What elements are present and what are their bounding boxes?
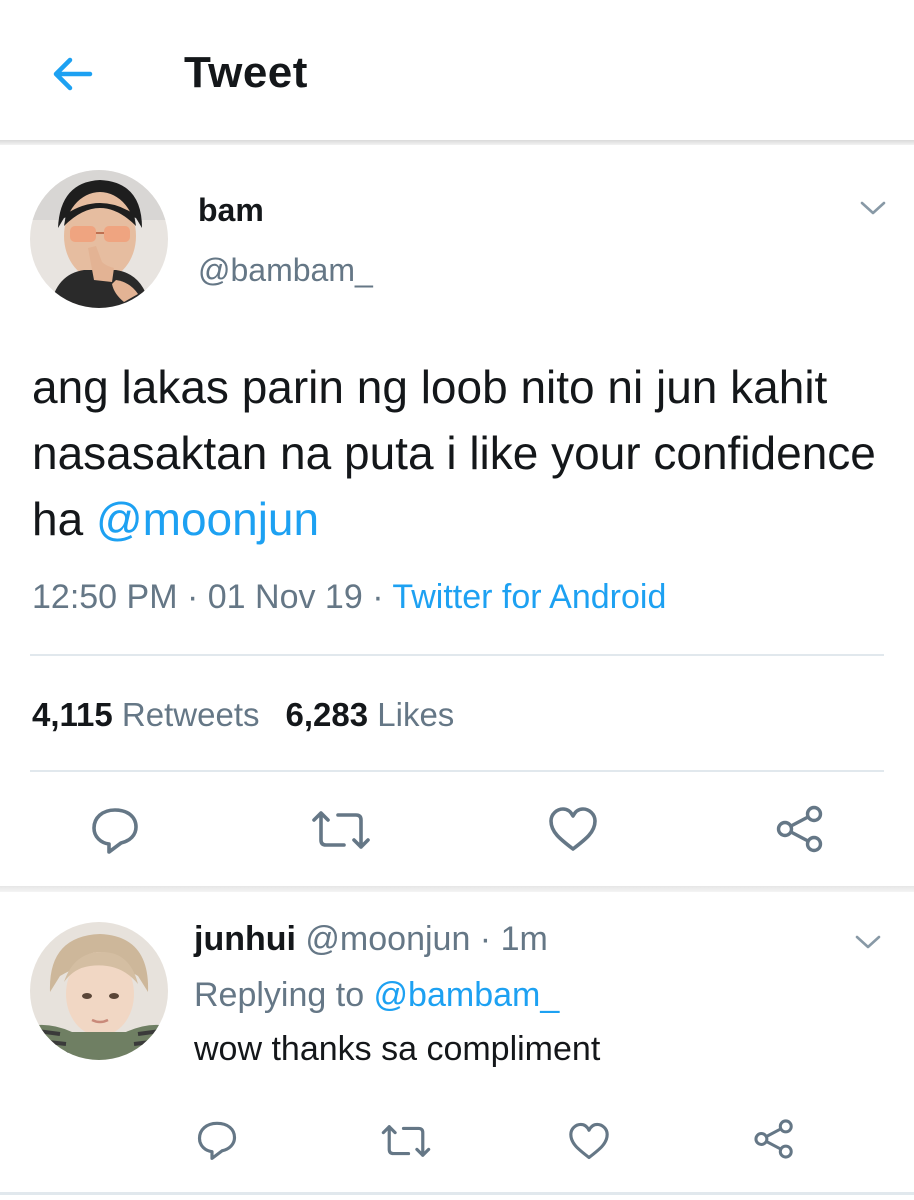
heart-icon (569, 1122, 609, 1160)
top-app-bar: Tweet (0, 0, 914, 142)
header-divider (0, 140, 914, 145)
share-icon (776, 805, 823, 853)
reply-time: · 1m (470, 920, 548, 958)
tweet-author-handle[interactable]: @bambam_ (198, 252, 373, 289)
retweets-count: 4,115 (32, 696, 113, 733)
tweet-source-link[interactable]: Twitter for Android (392, 578, 666, 616)
reply-reply-button[interactable] (196, 1120, 238, 1165)
retweet-icon (312, 811, 370, 849)
comment-icon (92, 808, 138, 854)
page-title: Tweet (184, 48, 308, 97)
mention-link[interactable]: @moonjun (96, 493, 319, 545)
chevron-down-icon (860, 201, 886, 215)
tweet-stats: 4,115 Retweets 6,283 Likes (32, 696, 480, 734)
reply-text: wow thanks sa compliment (194, 1030, 601, 1068)
meta-separator: · (177, 578, 208, 616)
reply-header: junhui @moonjun · 1m (194, 920, 548, 959)
profile-photo (30, 922, 168, 1060)
comment-icon (197, 1121, 237, 1160)
tweet-meta: 12:50 PM · 01 Nov 19 · Twitter for Andro… (32, 578, 666, 617)
retweet-icon (381, 1125, 431, 1157)
like-button[interactable] (548, 806, 598, 857)
reply-retweet-button[interactable] (380, 1122, 432, 1165)
tweet-date: 01 Nov 19 (207, 578, 363, 616)
retweets-stat[interactable]: 4,115 Retweets (32, 696, 260, 733)
retweet-button[interactable] (310, 808, 372, 857)
profile-photo (30, 170, 168, 308)
section-separator (0, 886, 914, 892)
tweet-options-button[interactable] (858, 198, 888, 218)
heart-icon (549, 807, 597, 851)
replying-to-handle[interactable]: @bambam_ (374, 976, 560, 1014)
share-button[interactable] (774, 804, 826, 859)
reply-avatar[interactable] (30, 922, 168, 1060)
reply-options-button[interactable] (853, 932, 883, 952)
divider (30, 770, 884, 772)
reply-share-button[interactable] (752, 1118, 796, 1165)
tweet-time: 12:50 PM (32, 578, 178, 616)
likes-stat[interactable]: 6,283 Likes (286, 696, 455, 733)
bottom-divider (0, 1192, 914, 1195)
replying-to: Replying to @bambam_ (194, 976, 559, 1015)
likes-label: Likes (368, 696, 455, 733)
reply-author-handle[interactable]: @moonjun (296, 920, 470, 958)
arrow-left-icon (53, 57, 93, 91)
back-button[interactable] (48, 50, 96, 98)
replying-to-label: Replying to (194, 976, 374, 1014)
tweet-author-name[interactable]: bam (198, 192, 264, 229)
tweet-text: ang lakas parin ng loob nito ni jun kahi… (32, 354, 892, 552)
reply-button[interactable] (90, 806, 140, 859)
meta-separator: · (362, 578, 393, 616)
share-icon (754, 1119, 793, 1159)
reply-like-button[interactable] (568, 1122, 610, 1165)
reply-author-name[interactable]: junhui (194, 920, 296, 958)
divider (30, 654, 884, 656)
chevron-down-icon (855, 935, 881, 949)
retweets-label: Retweets (112, 696, 260, 733)
likes-count: 6,283 (285, 696, 369, 733)
avatar[interactable] (30, 170, 168, 308)
